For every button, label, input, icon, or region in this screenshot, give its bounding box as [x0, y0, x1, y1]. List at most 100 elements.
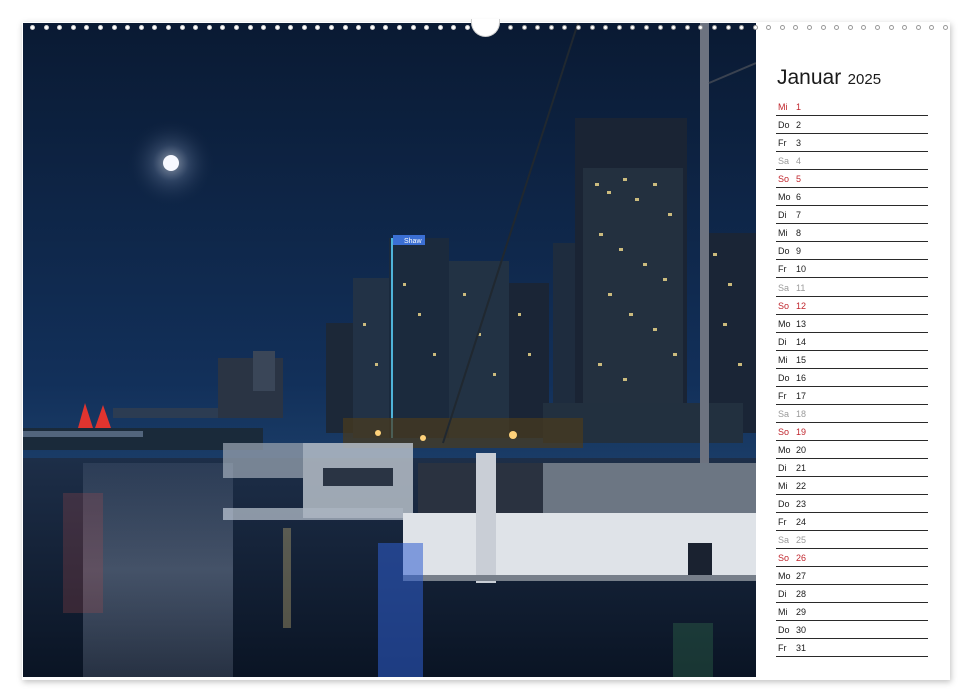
- binding-hole: [329, 25, 335, 30]
- day-abbr: Do: [778, 120, 790, 131]
- day-list: Mi 1 Do 2 Fr 3 Sa 4 So 5 Mo 6 Di 7 Mi 8 Do 9 Fr 10 Sa 11 So 12 M…: [776, 98, 928, 658]
- binding-hole: [915, 25, 921, 30]
- binding-hole: [410, 25, 416, 30]
- binding-hole: [84, 25, 90, 30]
- day-row: Mi 15: [776, 351, 928, 369]
- day-label: Do 16: [778, 372, 807, 383]
- binding-hole: [807, 25, 813, 30]
- day-row: Mi 29: [776, 603, 928, 622]
- month-year: 2025: [847, 71, 882, 88]
- day-abbr: Di: [778, 589, 787, 600]
- day-number: 7: [796, 210, 802, 221]
- binding-hole: [752, 25, 758, 30]
- day-label: Mo 6: [778, 193, 801, 202]
- day-label: Sa 11: [778, 283, 805, 293]
- day-number: 4: [796, 156, 802, 167]
- binding-hole: [152, 25, 158, 30]
- binding-hole: [521, 25, 527, 30]
- day-number: 21: [796, 462, 807, 473]
- binding-hole: [383, 25, 389, 30]
- day-number: 17: [796, 390, 807, 401]
- binding-hole: [711, 25, 717, 30]
- photo-canvas: Shaw: [23, 23, 756, 677]
- spiral-binding-right: [508, 25, 948, 33]
- binding-hole: [847, 25, 853, 30]
- binding-hole: [30, 25, 35, 30]
- binding-hole: [179, 25, 185, 30]
- binding-hole: [562, 25, 568, 30]
- day-row: Sa 18: [776, 405, 928, 423]
- binding-hole: [369, 25, 375, 30]
- day-label: Fr 24: [778, 518, 806, 527]
- day-label: Mi 29: [778, 608, 806, 617]
- day-label: So 26: [778, 554, 806, 563]
- binding-hole: [220, 25, 226, 30]
- day-row: So 26: [776, 549, 928, 568]
- binding-hole: [97, 25, 103, 30]
- day-row: Mo 20: [776, 441, 928, 459]
- day-number: 9: [796, 246, 802, 257]
- binding-hole: [575, 25, 581, 30]
- day-row: Sa 11: [776, 278, 928, 297]
- day-row: Do 2: [776, 116, 928, 135]
- day-number: 14: [796, 336, 807, 347]
- day-abbr: Di: [778, 210, 787, 221]
- day-label: Di 21: [778, 462, 807, 473]
- moon: [126, 118, 216, 208]
- day-number: 28: [796, 589, 807, 600]
- binding-hole: [535, 25, 541, 30]
- day-abbr: Sa: [778, 535, 790, 546]
- day-number: 30: [796, 625, 807, 636]
- binding-hole: [671, 25, 677, 30]
- day-abbr: Mi: [778, 102, 788, 113]
- day-abbr: Mo: [778, 444, 791, 455]
- day-row: Do 9: [776, 242, 928, 261]
- day-label: Di 28: [778, 590, 806, 599]
- day-row: Fr 17: [776, 387, 928, 405]
- day-label: So 19: [778, 426, 806, 437]
- day-row: Fr 31: [776, 639, 928, 658]
- day-label: Do 2: [778, 121, 801, 130]
- binding-hole: [465, 25, 470, 30]
- day-abbr: Mi: [778, 607, 788, 618]
- day-abbr: Fr: [778, 390, 787, 401]
- binding-hole: [451, 25, 457, 30]
- day-abbr: So: [778, 426, 790, 437]
- day-number: 20: [796, 444, 807, 455]
- binding-hole: [43, 25, 49, 30]
- day-row: Mo 27: [776, 567, 928, 586]
- binding-hole: [548, 25, 554, 30]
- day-number: 16: [796, 372, 807, 383]
- day-label: So 12: [778, 300, 807, 311]
- binding-hole: [342, 25, 348, 30]
- day-number: 6: [796, 192, 802, 203]
- binding-hole: [657, 25, 663, 30]
- day-abbr: Do: [778, 625, 790, 636]
- day-number: 23: [796, 499, 807, 510]
- binding-hole: [437, 25, 443, 30]
- day-number: 12: [796, 300, 807, 311]
- day-label: Sa 4: [778, 157, 801, 166]
- day-number: 1: [796, 102, 802, 113]
- binding-hole: [274, 25, 280, 30]
- day-label: Sa 18: [778, 409, 806, 419]
- day-abbr: Do: [778, 372, 790, 383]
- day-label: Mi 1: [778, 103, 801, 112]
- binding-hole: [834, 25, 840, 30]
- day-abbr: So: [778, 300, 790, 311]
- day-label: Fr 3: [778, 139, 801, 148]
- binding-hole: [424, 25, 430, 30]
- day-abbr: Do: [778, 499, 790, 510]
- day-label: Do 30: [778, 626, 806, 635]
- day-abbr: Fr: [778, 138, 787, 149]
- day-abbr: Di: [778, 462, 787, 473]
- binding-hole: [57, 25, 63, 30]
- day-number: 25: [796, 535, 807, 546]
- binding-hole: [820, 25, 826, 30]
- binding-hole: [397, 25, 403, 30]
- day-number: 8: [796, 228, 802, 239]
- building-sign: Shaw: [404, 238, 422, 245]
- day-label: Mo 20: [778, 444, 807, 455]
- binding-hole: [684, 25, 690, 30]
- day-number: 29: [796, 607, 807, 618]
